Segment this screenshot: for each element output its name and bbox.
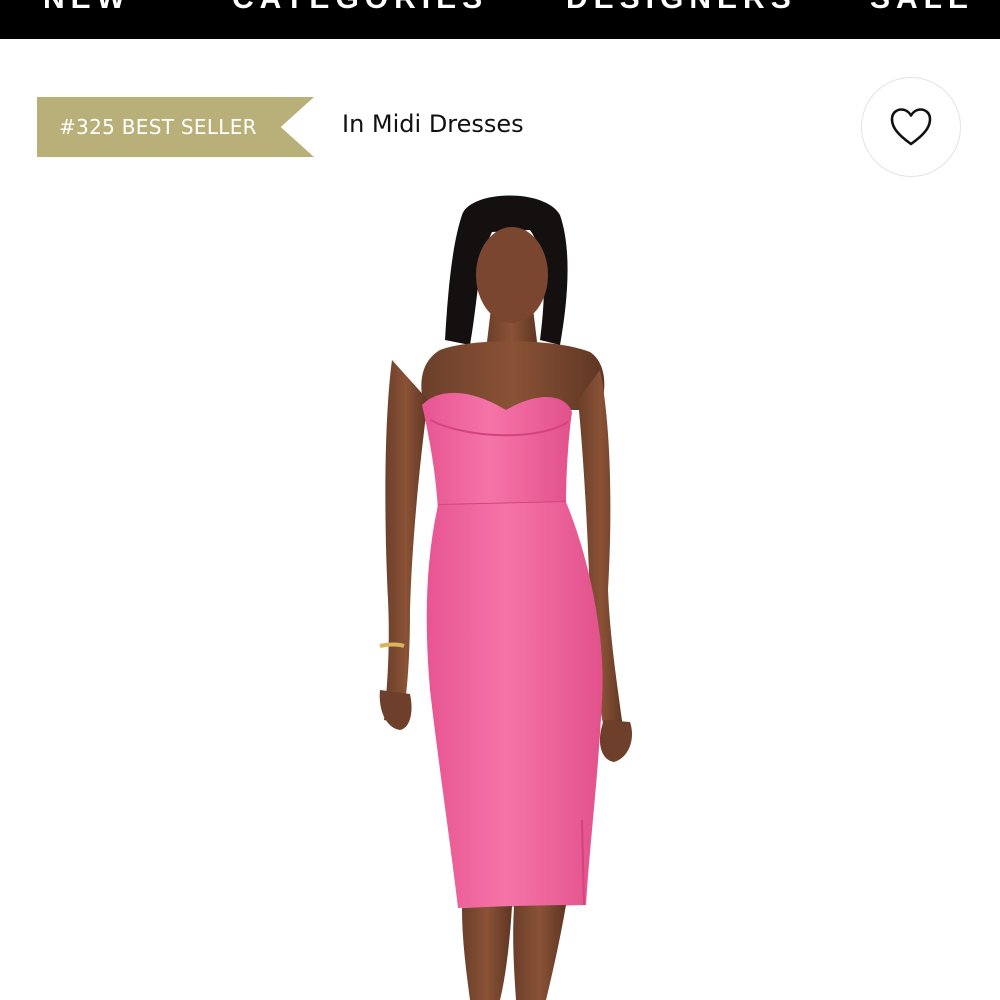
category-link[interactable]: In Midi Dresses [342, 110, 524, 138]
nav-item-categories[interactable]: CATEGORIES [232, 0, 488, 16]
product-image[interactable] [0, 180, 1000, 1000]
model-in-pink-dress-illustration [379, 195, 633, 1000]
favorite-button[interactable] [861, 77, 961, 177]
heart-outline-icon [890, 108, 932, 146]
nav-item-new[interactable]: NEW [43, 0, 131, 16]
best-seller-badge-label: #325 BEST SELLER [59, 115, 257, 139]
best-seller-badge: #325 BEST SELLER [37, 97, 314, 157]
product-page: NEW CATEGORIES DESIGNERS SALE #325 BEST … [0, 0, 1000, 1000]
top-navigation-bar: NEW CATEGORIES DESIGNERS SALE [0, 0, 1000, 39]
nav-item-designers[interactable]: DESIGNERS [566, 0, 797, 16]
nav-item-sale[interactable]: SALE [870, 0, 974, 16]
